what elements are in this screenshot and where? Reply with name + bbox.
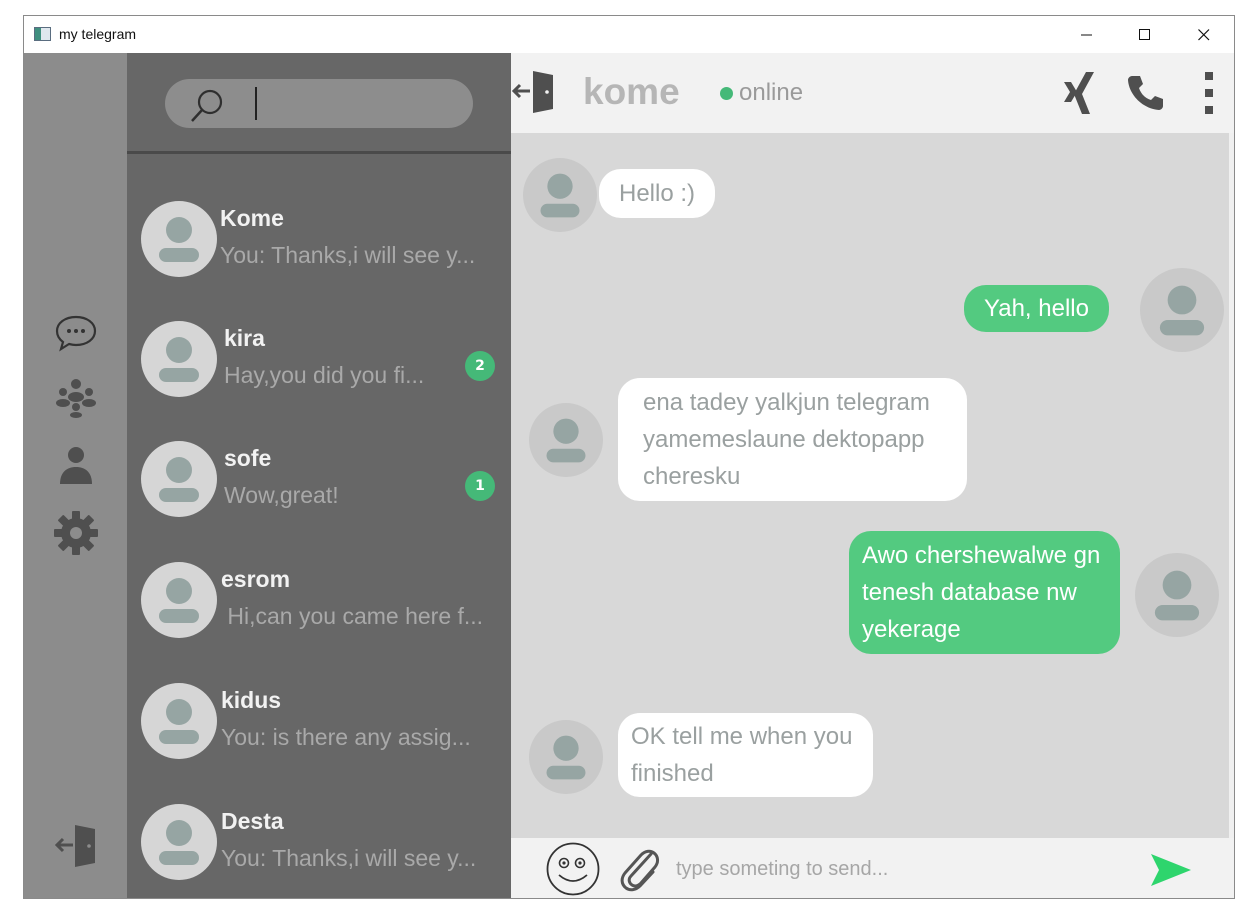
chats-icon	[55, 315, 97, 352]
more-button[interactable]	[1187, 69, 1231, 117]
unread-badge: 2	[465, 351, 495, 381]
maximize-button[interactable]	[1116, 16, 1174, 53]
message-composer	[511, 838, 1234, 898]
logout-button[interactable]	[52, 823, 100, 867]
message-text: cheresku	[643, 463, 741, 490]
xing-button[interactable]	[1058, 69, 1102, 117]
chat-item-kidus[interactable]: kidus You: is there any assig...	[127, 665, 511, 783]
back-icon[interactable]	[511, 69, 557, 113]
chat-preview: You: Thanks,i will see y...	[221, 845, 477, 871]
chat-list-panel: Kome You: Thanks,i will see y... kira Ha…	[127, 53, 511, 898]
close-button[interactable]	[1175, 16, 1233, 53]
message-text: yamemeslaune dektopapp	[643, 426, 925, 453]
avatar-icon	[141, 683, 217, 759]
chat-name: kira	[224, 325, 265, 351]
message-text: OK tell me when you	[631, 723, 853, 750]
avatar-icon	[529, 720, 603, 794]
avatar-icon	[141, 321, 217, 397]
message-text: Awo chershewalwe gn	[862, 542, 1101, 569]
window-title: my telegram	[59, 26, 137, 42]
chat-item-kira[interactable]: kira Hay,you did you fi... 2	[127, 303, 511, 421]
search-input[interactable]	[251, 85, 451, 121]
title-bar: my telegram	[24, 16, 1234, 53]
avatar-icon	[529, 403, 603, 477]
maximize-icon	[1139, 28, 1150, 40]
settings-icon	[54, 511, 98, 555]
search-box[interactable]	[165, 79, 473, 128]
chat-preview: Hi,can you came here f...	[221, 603, 484, 629]
avatar-icon	[1140, 268, 1224, 352]
conversation-header: kome online	[511, 53, 1234, 133]
settings-nav-button[interactable]	[52, 511, 100, 555]
chat-name: Kome	[220, 205, 284, 231]
chat-preview: You: Thanks,i will see y...	[220, 242, 476, 268]
online-indicator	[720, 87, 733, 100]
avatar-icon	[141, 804, 217, 880]
message-bubble-outgoing: Awo chershewalwe gn tenesh database nw y…	[849, 531, 1120, 654]
contact-status: online	[739, 79, 804, 106]
search-bar	[127, 53, 511, 154]
chat-item-desta[interactable]: Desta You: Thanks,i will see y...	[127, 786, 511, 898]
chat-preview: You: is there any assig...	[221, 724, 471, 750]
message-text: yekerage	[862, 616, 961, 643]
nav-rail	[24, 53, 127, 898]
minimize-icon	[1081, 34, 1092, 35]
chat-name: Desta	[221, 808, 284, 834]
avatar-icon	[523, 158, 597, 232]
message-bubble-outgoing: Yah, hello	[964, 285, 1109, 332]
scrollbar-track[interactable]	[1229, 133, 1234, 838]
app-icon	[34, 27, 51, 41]
contacts-nav-button[interactable]	[52, 442, 100, 486]
chat-preview: Hay,you did you fi...	[224, 362, 425, 388]
call-button[interactable]	[1123, 69, 1167, 117]
message-text: Yah, hello	[984, 295, 1089, 322]
chat-item-esrom[interactable]: esrom Hi,can you came here f...	[127, 544, 511, 662]
avatar-icon	[141, 562, 217, 638]
message-text: tenesh database nw	[862, 579, 1077, 606]
unread-badge: 1	[465, 471, 495, 501]
logout-icon	[54, 825, 95, 867]
groups-nav-button[interactable]	[52, 375, 100, 419]
more-icon	[1205, 72, 1213, 114]
chat-preview: Wow,great!	[224, 482, 339, 508]
close-icon	[1198, 28, 1210, 40]
phone-icon	[1128, 76, 1163, 110]
conversation-panel: kome online Hello:) Yah, hello ena tade…	[511, 53, 1234, 898]
contacts-icon	[60, 447, 92, 484]
chat-name: sofe	[224, 445, 272, 471]
chat-name: kidus	[221, 687, 282, 713]
emoji-icon[interactable]	[546, 842, 600, 896]
message-bubble-incoming: ena tadey yalkjun telegram yamemeslaune …	[618, 378, 967, 501]
message-bubble-incoming: Hello :)	[599, 169, 716, 218]
xing-icon	[1064, 72, 1094, 114]
groups-icon	[56, 379, 96, 418]
message-bubble-incoming: OK tell me when you finished	[618, 713, 873, 797]
message-input[interactable]	[676, 852, 1126, 886]
message-text: ena tadey yalkjun telegram	[643, 389, 930, 416]
attach-icon[interactable]	[617, 846, 661, 892]
message-text: finished	[631, 760, 714, 787]
chat-name: esrom	[221, 566, 291, 592]
app-window: my telegram Kome You: Thanks,i will see …	[23, 15, 1235, 899]
search-icon	[191, 89, 223, 122]
send-icon[interactable]	[1149, 852, 1193, 888]
avatar-icon	[141, 201, 217, 277]
avatar-icon	[141, 441, 217, 517]
chats-nav-button[interactable]	[52, 311, 100, 355]
avatar-icon	[1135, 553, 1219, 637]
contact-name: kome	[583, 71, 680, 112]
chat-item-sofe[interactable]: sofe Wow,great! 1	[127, 423, 511, 541]
message-text: Hello :)	[619, 180, 696, 207]
chat-item-kome[interactable]: Kome You: Thanks,i will see y...	[127, 183, 511, 301]
minimize-button[interactable]	[1058, 16, 1116, 53]
